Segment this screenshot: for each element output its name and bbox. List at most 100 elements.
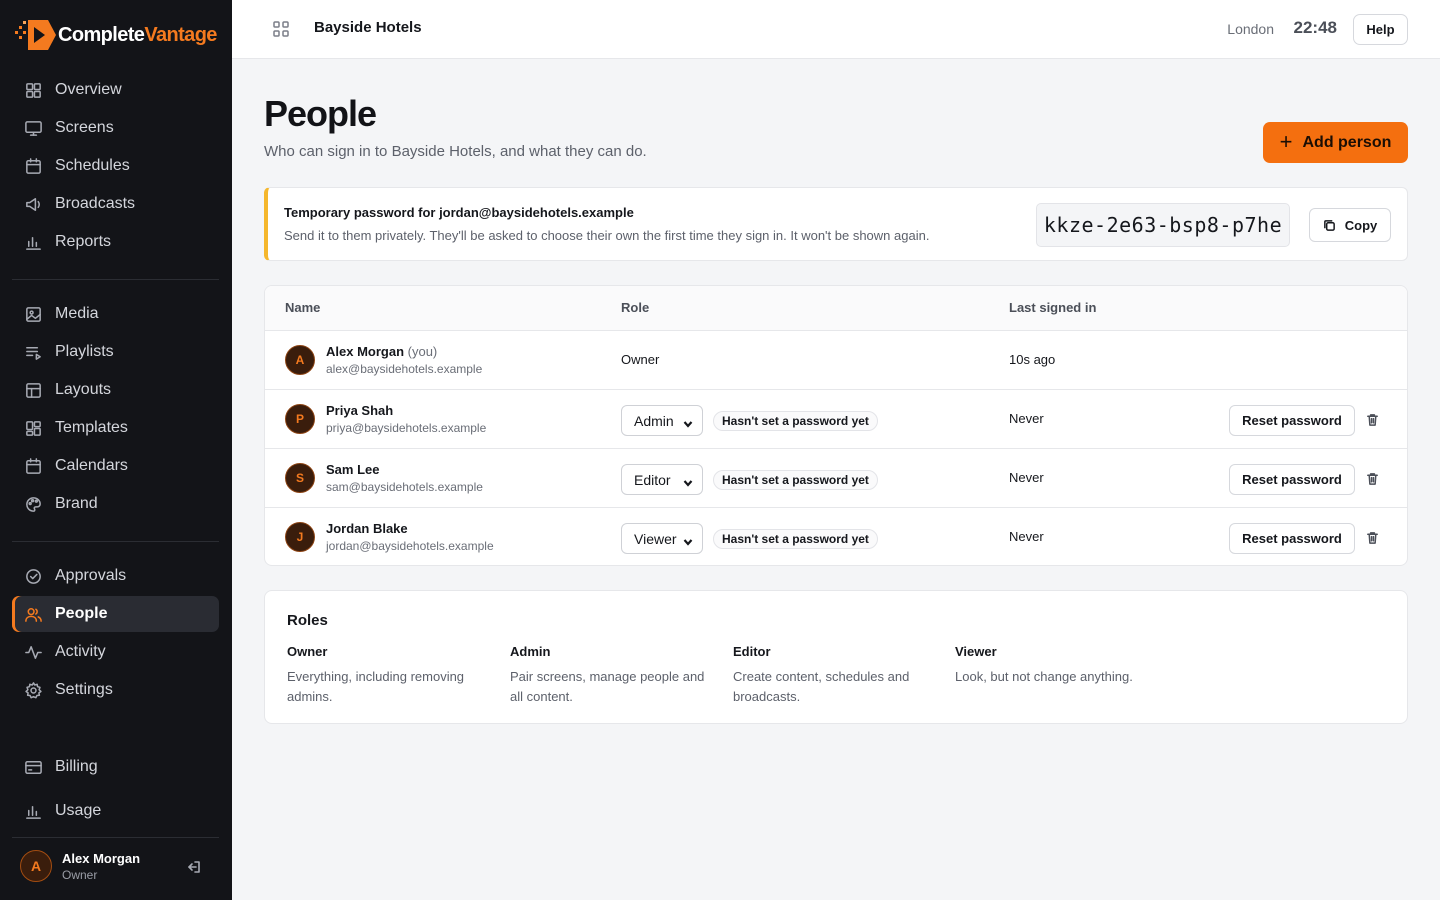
password-status-badge: Hasn't set a password yet	[713, 529, 878, 549]
page-subtitle: Who can sign in to Bayside Hotels, and w…	[264, 143, 647, 160]
activity-icon	[23, 642, 43, 662]
layout-icon	[23, 380, 43, 400]
sidebar-item-label: Schedules	[55, 157, 130, 174]
megaphone-icon	[23, 194, 43, 214]
sidebar-item-reports[interactable]: Reports	[12, 224, 219, 260]
calendar-icon	[23, 456, 43, 476]
sidebar-item-templates[interactable]: Templates	[12, 410, 219, 446]
grid-icon[interactable]	[272, 20, 290, 38]
sidebar-item-label: Settings	[55, 681, 113, 698]
sidebar-item-screens[interactable]: Screens	[12, 110, 219, 146]
person-name: Alex Morgan (you)	[326, 344, 438, 359]
password-status-badge: Hasn't set a password yet	[713, 470, 878, 490]
copy-button[interactable]: Copy	[1309, 208, 1391, 242]
avatar: J	[285, 522, 315, 552]
trash-icon[interactable]	[1365, 471, 1380, 486]
role-definition-editor: Editor Create content, schedules and broa…	[733, 644, 933, 707]
role-name: Owner	[287, 644, 328, 659]
temp-password-value[interactable]: kkze-2e63-bsp8-p7he	[1036, 203, 1290, 247]
person-name: Jordan Blake	[326, 521, 408, 536]
reset-password-button[interactable]: Reset password	[1229, 523, 1355, 554]
user-role: Owner	[62, 867, 98, 882]
sidebar-item-approvals[interactable]: Approvals	[12, 558, 219, 594]
avatar: P	[285, 404, 315, 434]
table-row: S Sam Lee sam@baysidehotels.example Editor H…	[265, 449, 1407, 508]
grid-icon	[23, 80, 43, 100]
role-name: Viewer	[955, 644, 997, 659]
clock-city: London	[1227, 21, 1274, 37]
trash-icon[interactable]	[1365, 412, 1380, 427]
top-bar: Bayside Hotels London 22:48 Help	[232, 0, 1440, 59]
sidebar-item-label: Reports	[55, 233, 112, 250]
sidebar-item-label: Media	[55, 305, 99, 322]
help-button[interactable]: Help	[1353, 14, 1408, 45]
brand-logo[interactable]: CompleteVantage	[14, 16, 217, 54]
table-header: Name Role Last signed in	[265, 286, 1407, 331]
person-email: priya@baysidehotels.example	[326, 421, 487, 435]
role-select[interactable]: Editor	[621, 464, 703, 495]
sidebar-item-label: Templates	[55, 419, 128, 436]
chevron-down-icon	[683, 534, 693, 546]
sidebar-item-calendars[interactable]: Calendars	[12, 448, 219, 484]
sidebar: CompleteVantage Overview Screens Schedules…	[0, 0, 232, 900]
clock-time: 22:48	[1293, 18, 1337, 37]
sidebar-divider	[12, 837, 219, 838]
sidebar-item-label: Playlists	[55, 343, 114, 360]
role-description: Pair screens, manage people and all cont…	[510, 669, 705, 704]
sidebar-item-media[interactable]: Media	[12, 296, 219, 332]
role-select[interactable]: Admin	[621, 405, 703, 436]
gear-icon	[23, 680, 43, 700]
sidebar-item-settings[interactable]: Settings	[12, 672, 219, 708]
trash-icon[interactable]	[1365, 530, 1380, 545]
logo-mark-icon	[14, 16, 58, 54]
column-header-role: Role	[621, 300, 650, 315]
sidebar-item-brand[interactable]: Brand	[12, 486, 219, 522]
role-description: Look, but not change anything.	[955, 669, 1133, 684]
plus-icon: +	[1279, 128, 1293, 154]
sidebar-item-billing[interactable]: Billing	[12, 749, 219, 785]
role-select[interactable]: Viewer	[621, 523, 703, 554]
person-name: Priya Shah	[326, 403, 394, 418]
add-person-button[interactable]: + Add person	[1263, 122, 1408, 163]
reset-password-button[interactable]: Reset password	[1229, 405, 1355, 436]
sidebar-item-label: Activity	[55, 643, 106, 660]
role-label: Owner	[621, 352, 660, 367]
nav-group-account: Billing Usage	[12, 749, 219, 837]
sidebar-item-overview[interactable]: Overview	[12, 72, 219, 108]
sidebar-item-broadcasts[interactable]: Broadcasts	[12, 186, 219, 222]
workspace-title[interactable]: Bayside Hotels	[314, 19, 422, 36]
person-name: Sam Lee	[326, 462, 380, 477]
table-row: J Jordan Blake jordan@baysidehotels.exampl…	[265, 508, 1407, 565]
column-header-name: Name	[285, 300, 321, 315]
sidebar-item-activity[interactable]: Activity	[12, 634, 219, 670]
playlist-icon	[23, 342, 43, 362]
roles-card: Roles Owner Everything, including removin…	[264, 590, 1408, 724]
sidebar-item-schedules[interactable]: Schedules	[12, 148, 219, 184]
last-signed-in: Never	[1009, 470, 1044, 485]
role-description: Create content, schedules and broadcasts…	[733, 669, 910, 704]
sidebar-divider	[12, 279, 219, 280]
page-title: People	[264, 93, 377, 134]
sidebar-item-playlists[interactable]: Playlists	[12, 334, 219, 370]
reset-password-button[interactable]: Reset password	[1229, 464, 1355, 495]
current-user[interactable]: A Alex Morgan Owner	[20, 850, 140, 882]
bar-chart-icon	[23, 232, 43, 252]
sidebar-item-people[interactable]: People	[12, 596, 219, 632]
sidebar-item-label: Overview	[55, 81, 122, 98]
role-name: Admin	[510, 644, 551, 659]
sidebar-item-label: Brand	[55, 495, 98, 512]
user-name: Alex Morgan	[62, 850, 141, 866]
last-signed-in: Never	[1009, 529, 1044, 544]
sidebar-item-label: Calendars	[55, 457, 128, 474]
sign-out-icon[interactable]	[186, 859, 202, 875]
last-signed-in: 10s ago	[1009, 352, 1056, 367]
avatar: A	[20, 850, 52, 882]
sidebar-item-layouts[interactable]: Layouts	[12, 372, 219, 408]
notice-title: Temporary password for jordan@baysidehot…	[284, 205, 634, 220]
table-row: A Alex Morgan (you) alex@baysidehotels.exa…	[265, 331, 1407, 390]
person-email: alex@baysidehotels.example	[326, 362, 483, 376]
sidebar-item-usage[interactable]: Usage	[12, 793, 219, 829]
role-description: Everything, including removing admins.	[287, 669, 465, 704]
role-name: Editor	[733, 644, 771, 659]
bar-chart-icon	[23, 801, 43, 821]
